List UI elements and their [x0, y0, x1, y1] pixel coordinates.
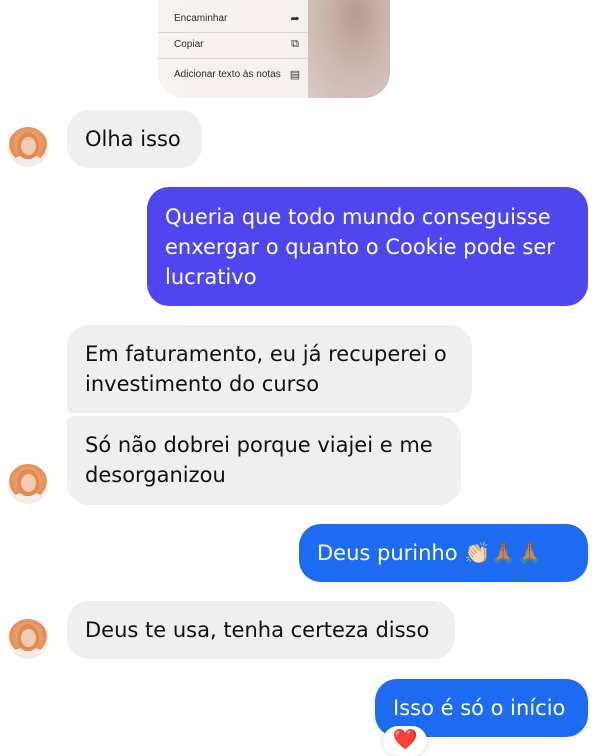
- copy-icon: ⧉: [291, 37, 299, 50]
- message-bubble-incoming[interactable]: Só não dobrei porque viajei e me desorga…: [67, 416, 461, 505]
- menu-item-add-to-notes[interactable]: Adicionar texto às notas ▤: [174, 62, 302, 86]
- post-photo: [304, 0, 390, 98]
- context-menu: Encaminhar ➦ Copiar ⧉ Adicionar texto às…: [158, 0, 308, 98]
- forward-icon: ➦: [290, 12, 300, 25]
- menu-item-label: Adicionar texto às notas: [174, 68, 281, 80]
- message-bubble-outgoing[interactable]: Deus purinho 👏🏻🙏🏽🙏🏽: [299, 524, 588, 582]
- avatar[interactable]: [8, 619, 48, 659]
- message-bubble-incoming[interactable]: Olha isso: [67, 110, 202, 168]
- message-bubble-incoming[interactable]: Em faturamento, eu já recuperei o invest…: [67, 325, 472, 413]
- heart-reaction[interactable]: ❤️: [383, 726, 427, 756]
- avatar[interactable]: [8, 464, 48, 504]
- message-bubble-incoming[interactable]: Deus te usa, tenha certeza disso: [67, 601, 455, 659]
- note-icon: ▤: [289, 68, 301, 81]
- shared-post-card[interactable]: Encaminhar ➦ Copiar ⧉ Adicionar texto às…: [158, 0, 390, 98]
- avatar[interactable]: [8, 127, 48, 167]
- menu-item-label: Copiar: [174, 38, 204, 50]
- menu-item-copy[interactable]: Copiar ⧉: [174, 32, 302, 56]
- menu-item-forward[interactable]: Encaminhar ➦: [174, 6, 302, 30]
- menu-divider: [158, 58, 308, 59]
- menu-item-label: Encaminhar: [174, 12, 228, 24]
- message-bubble-outgoing[interactable]: Queria que todo mundo conseguisse enxerg…: [147, 187, 588, 306]
